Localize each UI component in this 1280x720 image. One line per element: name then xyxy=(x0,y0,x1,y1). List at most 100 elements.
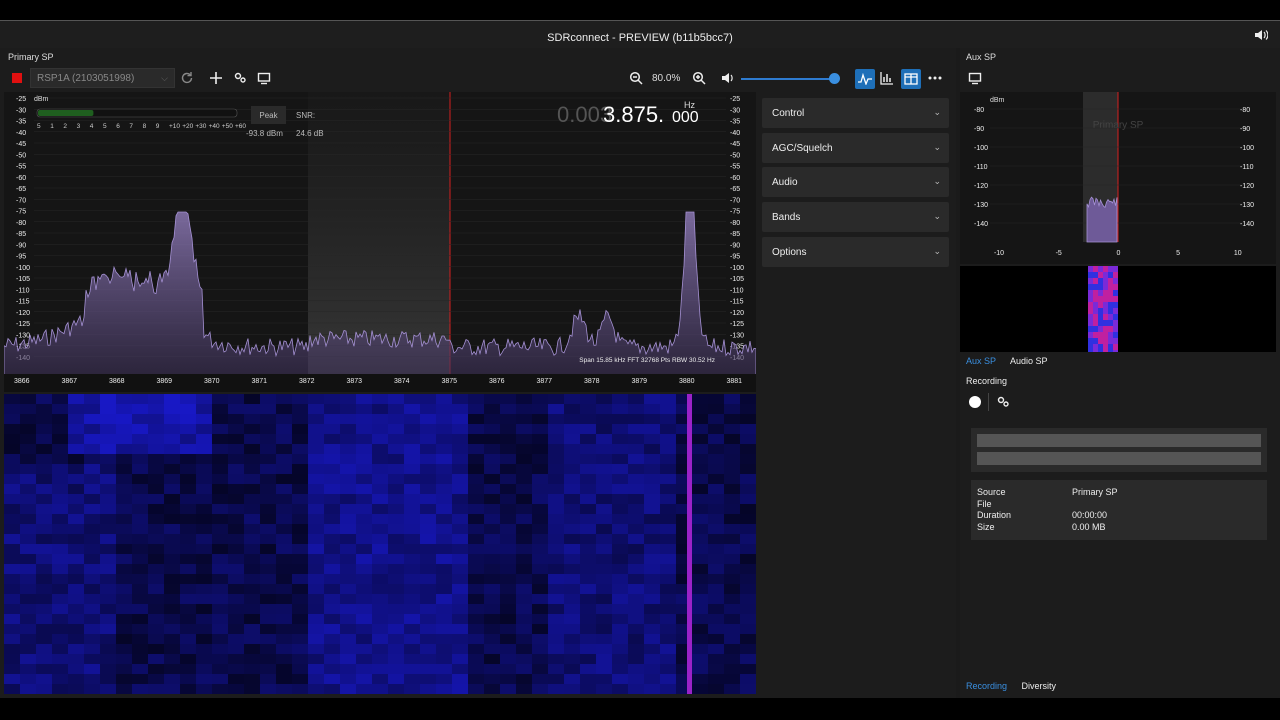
waterfall-bin xyxy=(708,534,724,544)
waterfall-bin xyxy=(4,604,20,614)
stop-icon[interactable] xyxy=(12,73,22,83)
waterfall-bin xyxy=(340,404,356,414)
waterfall-bin xyxy=(180,564,196,574)
waterfall-bin xyxy=(596,644,612,654)
x-tick-label: 3879 xyxy=(631,378,648,385)
tab-diversity[interactable]: Diversity xyxy=(1022,681,1057,691)
waterfall-bin xyxy=(100,654,116,664)
waterfall-bin xyxy=(84,544,100,554)
waterfall-bin xyxy=(388,614,404,624)
more-options-icon[interactable] xyxy=(926,69,944,87)
waterfall-bin xyxy=(660,404,676,414)
aux-y-tick-label: -80 xyxy=(1240,107,1250,114)
waterfall-bin xyxy=(356,434,372,444)
waterfall-bin xyxy=(564,684,580,694)
waterfall-bin xyxy=(724,504,740,514)
waterfall-bin xyxy=(404,454,420,464)
spectrum-view-icon[interactable] xyxy=(855,69,875,89)
waterfall-bin xyxy=(500,504,516,514)
waterfall-bin xyxy=(244,594,260,604)
display-icon[interactable] xyxy=(255,69,273,87)
waterfall-bin xyxy=(724,414,740,424)
accordion-item-bands[interactable]: Bands ⌄ xyxy=(762,202,949,233)
primary-spectrum-plot[interactable]: -25-30-35-40-45-50-55-60-65-70-75-80-85-… xyxy=(4,92,756,376)
tab-aux-sp[interactable]: Aux SP xyxy=(966,356,996,366)
bottom-black-bar xyxy=(0,698,1280,720)
refresh-icon[interactable] xyxy=(178,69,196,87)
accordion-item-control[interactable]: Control ⌄ xyxy=(762,98,949,128)
waterfall-bin xyxy=(260,484,276,494)
waterfall-bin xyxy=(628,404,644,414)
waterfall-bin xyxy=(468,434,484,444)
add-icon[interactable] xyxy=(207,69,225,87)
record-button[interactable] xyxy=(969,396,981,408)
settings-icon[interactable] xyxy=(231,69,249,87)
waterfall-bin xyxy=(116,404,132,414)
device-select[interactable]: RSP1A (2103051998) ⌵ xyxy=(30,68,175,88)
aux-panel-label: Aux SP xyxy=(966,52,997,62)
aux-waterfall-bin xyxy=(1088,320,1093,326)
waterfall-bin xyxy=(516,664,532,674)
frequency-small-digits[interactable]: 000 xyxy=(672,109,699,126)
aux-waterfall-bin xyxy=(1103,338,1108,344)
system-volume-icon[interactable] xyxy=(1254,29,1268,41)
primary-waterfall[interactable] xyxy=(4,394,756,694)
zoom-in-icon[interactable] xyxy=(690,69,708,87)
waterfall-bin xyxy=(4,634,20,644)
waterfall-bin xyxy=(4,554,20,564)
s-meter-scale: 5 1 2 3 4 5 6 7 8 9 +10 +20 +30 +40 +50 +60 xyxy=(37,123,246,130)
waterfall-bin xyxy=(68,684,84,694)
waterfall-bin xyxy=(564,674,580,684)
waterfall-bin xyxy=(548,564,564,574)
waterfall-bin xyxy=(532,564,548,574)
aux-x-tick-label: -10 xyxy=(994,250,1004,257)
waterfall-bin xyxy=(68,494,84,504)
frequency-main-digits[interactable]: 3.875. xyxy=(603,102,664,127)
tab-audio-sp[interactable]: Audio SP xyxy=(1010,356,1048,366)
waterfall-bin xyxy=(644,534,660,544)
waterfall-bin xyxy=(228,474,244,484)
aux-waterfall-bin xyxy=(1088,266,1093,272)
aux-waterfall-bin xyxy=(1108,314,1113,320)
waterfall-bin xyxy=(84,434,100,444)
waterfall-bin xyxy=(628,574,644,584)
aux-waterfall[interactable] xyxy=(960,266,1276,352)
recording-settings-icon[interactable] xyxy=(996,395,1010,409)
waterfall-bin xyxy=(388,624,404,634)
accordion-item-audio[interactable]: Audio ⌄ xyxy=(762,167,949,198)
accordion-item-agc-squelch[interactable]: AGC/Squelch ⌄ xyxy=(762,132,949,163)
aux-y-tick-label: -120 xyxy=(1240,183,1254,190)
waterfall-bin xyxy=(340,414,356,424)
aux-x-tick-label: 0 xyxy=(1116,250,1120,257)
tab-recording[interactable]: Recording xyxy=(966,681,1007,691)
waterfall-bin xyxy=(404,554,420,564)
waterfall-bin xyxy=(324,424,340,434)
y-tick-label: -75 xyxy=(16,209,26,216)
volume-slider-track[interactable] xyxy=(741,78,833,80)
waterfall-bin xyxy=(420,494,436,504)
waterfall-bin xyxy=(436,594,452,604)
waterfall-bin xyxy=(4,674,20,684)
y-tick-label: -30 xyxy=(16,107,26,114)
waterfall-bin xyxy=(516,504,532,514)
waterfall-bin xyxy=(20,674,36,684)
waterfall-bin xyxy=(36,664,52,674)
chart-view-icon[interactable] xyxy=(878,69,896,87)
volume-slider-thumb[interactable] xyxy=(829,73,840,84)
volume-icon[interactable] xyxy=(719,69,737,87)
aux-display-icon[interactable] xyxy=(966,69,984,87)
accordion-item-options[interactable]: Options ⌄ xyxy=(762,236,949,267)
waterfall-bin xyxy=(436,664,452,674)
zoom-out-icon[interactable] xyxy=(627,69,645,87)
waterfall-bin xyxy=(724,684,740,694)
y-tick-label: -65 xyxy=(16,186,26,193)
waterfall-bin xyxy=(548,604,564,614)
waterfall-bin xyxy=(4,434,20,444)
split-view-icon[interactable] xyxy=(901,69,921,89)
aux-spectrum-plot[interactable]: dBm Primary SP -80 -80-90 -90-100 -100-110-… xyxy=(960,92,1276,264)
waterfall-bin xyxy=(356,464,372,474)
waterfall-bin xyxy=(564,654,580,664)
waterfall-bin xyxy=(244,424,260,434)
waterfall-bin xyxy=(324,444,340,454)
chevron-down-icon: ⌄ xyxy=(933,245,941,256)
